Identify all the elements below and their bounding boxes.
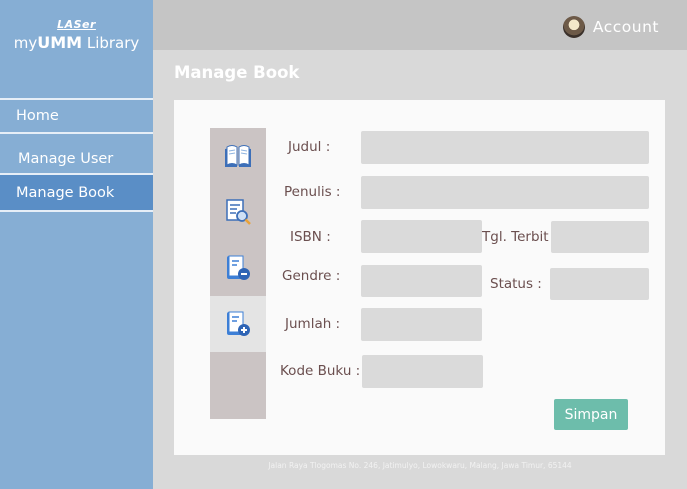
logo-bold: UMM — [37, 33, 83, 52]
nav-item-label: Home — [16, 108, 59, 124]
penulis-input[interactable] — [361, 176, 649, 209]
logo-prefix: my — [13, 34, 38, 52]
page-title: Manage Book — [174, 63, 300, 82]
nav-divider — [0, 132, 153, 134]
jumlah-label: Jumlah : — [285, 316, 341, 332]
app-logo[interactable]: LASer myUMM Library — [0, 18, 153, 52]
gendre-input[interactable] — [361, 265, 482, 297]
nav-item-home[interactable]: Home — [0, 100, 153, 132]
kode-buku-input[interactable] — [362, 355, 483, 388]
isbn-input[interactable] — [361, 220, 482, 253]
avatar[interactable] — [562, 16, 585, 38]
jumlah-input[interactable] — [361, 308, 482, 341]
nav-item-label: Manage Book — [16, 184, 115, 201]
footer-address: Jalan Raya Tlogomas No. 246, Jatimulyo, … — [268, 461, 572, 470]
logo-main-text: myUMM Library — [0, 33, 153, 52]
status-input[interactable] — [550, 268, 649, 300]
tgl-terbit-label: Tgl. Terbit : — [482, 229, 558, 245]
judul-label: Judul : — [288, 139, 331, 155]
gendre-label: Gendre : — [282, 268, 341, 284]
account-menu[interactable]: Account — [562, 16, 659, 38]
sidebar: LASer myUMM Library Home Manage User Man… — [0, 0, 153, 489]
top-bar: Account — [153, 0, 687, 50]
penulis-label: Penulis : — [284, 184, 341, 200]
tgl-terbit-input[interactable] — [551, 221, 649, 253]
nav-divider — [0, 210, 153, 212]
logo-suffix: Library — [82, 34, 140, 52]
open-book-icon[interactable] — [210, 128, 266, 184]
nav-item-manage-user[interactable]: Manage User — [0, 145, 153, 173]
add-book-icon[interactable] — [210, 296, 266, 352]
status-label: Status : — [490, 276, 542, 292]
account-label: Account — [592, 18, 659, 36]
logo-top-text: LASer — [57, 18, 96, 31]
form-card: Judul : Penulis : ISBN : Tgl. Terbit : G… — [174, 100, 665, 455]
nav-item-manage-book[interactable]: Manage Book — [0, 175, 153, 210]
isbn-label: ISBN : — [290, 229, 331, 245]
simpan-button[interactable]: Simpan — [554, 399, 628, 430]
nav-item-label: Manage User — [18, 151, 114, 167]
judul-input[interactable] — [361, 131, 649, 164]
search-document-icon[interactable] — [210, 184, 266, 240]
kode-buku-label: Kode Buku : — [280, 363, 361, 379]
remove-book-icon[interactable] — [210, 240, 266, 296]
icon-toolbar — [210, 128, 266, 419]
